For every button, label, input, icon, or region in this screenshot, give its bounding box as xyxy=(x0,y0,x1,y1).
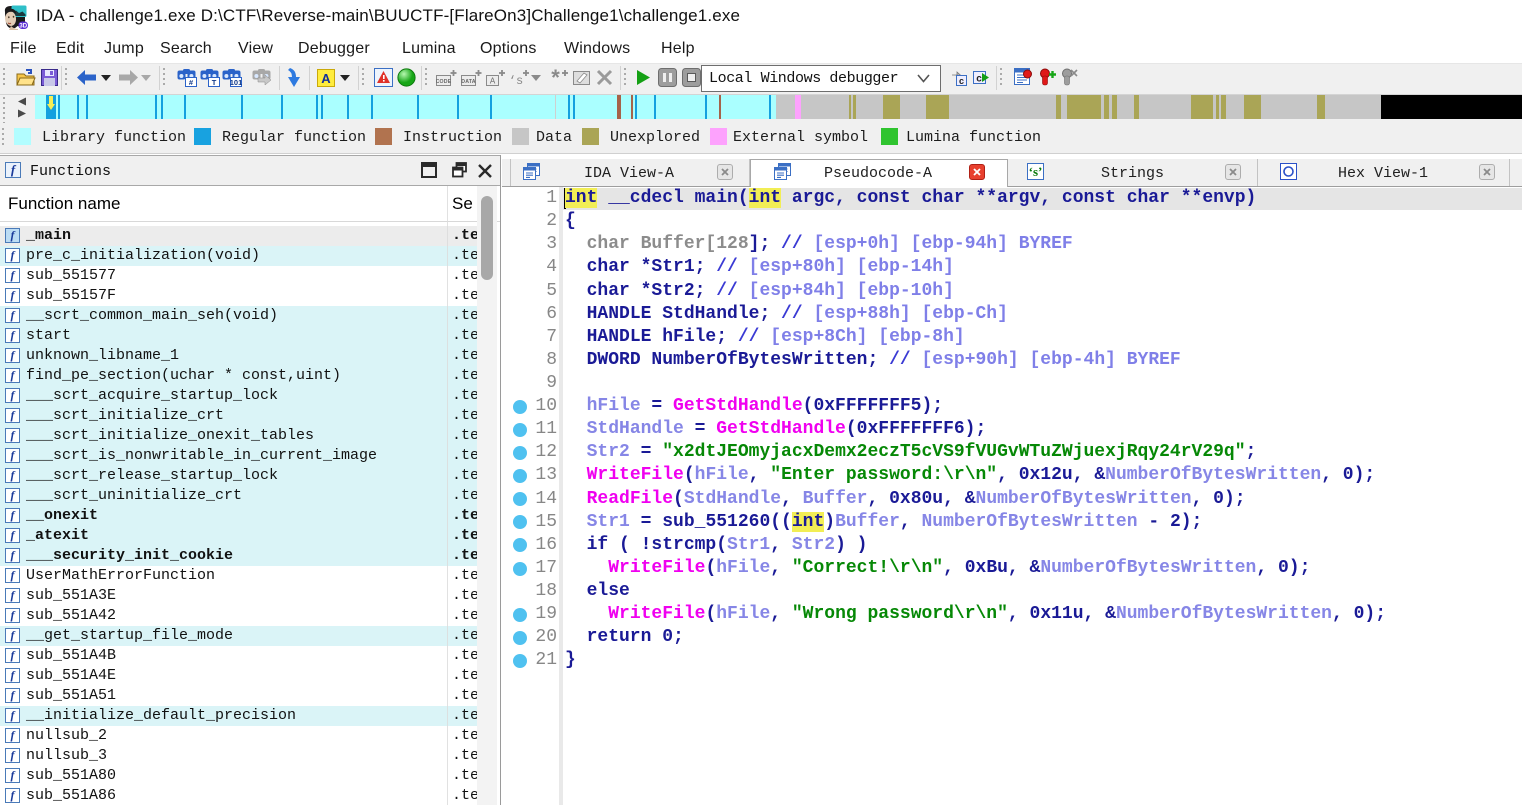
svg-text:3D: 3D xyxy=(19,24,27,30)
svg-text:*: * xyxy=(551,68,560,87)
svg-text:c: c xyxy=(959,76,964,86)
svg-text:CODE: CODE xyxy=(436,79,452,85)
svg-text:101: 101 xyxy=(230,78,242,87)
svg-text:DATA: DATA xyxy=(461,79,475,85)
svg-text:‘s: ‘s xyxy=(510,74,523,87)
svg-text:T: T xyxy=(212,78,217,87)
svg-text:A: A xyxy=(321,71,331,86)
svg-text:‘s’: ‘s’ xyxy=(1029,164,1043,179)
svg-text:c: c xyxy=(976,74,982,85)
svg-text:A: A xyxy=(490,77,496,86)
